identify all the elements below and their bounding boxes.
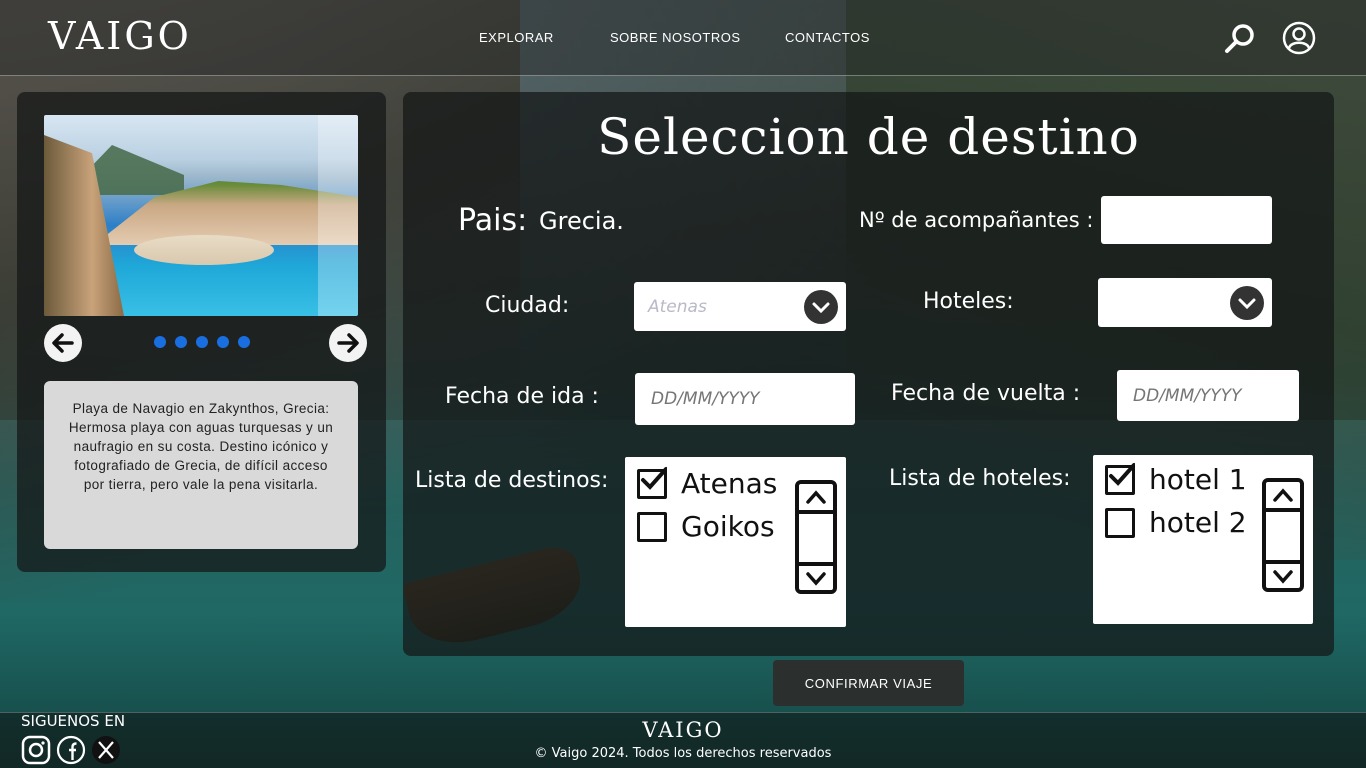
hoteles-select[interactable]: [1098, 278, 1272, 327]
list-item[interactable]: hotel 1: [1105, 462, 1247, 496]
carousel-dot[interactable]: [217, 336, 229, 348]
scroll-up-icon[interactable]: [1266, 484, 1300, 506]
carousel-next-button[interactable]: [329, 324, 367, 362]
pais-label: Pais:: [458, 203, 528, 238]
nav-explorar[interactable]: EXPLORAR: [479, 30, 554, 45]
checkbox-unchecked[interactable]: [637, 511, 667, 542]
destino-label: Goikos: [681, 510, 775, 543]
hoteles-list: hotel 1 hotel 2: [1093, 455, 1313, 624]
nav-sobre-nosotros[interactable]: SOBRE NOSOTROS: [610, 30, 741, 45]
arrow-right-icon: [337, 333, 359, 353]
confirm-trip-button[interactable]: CONFIRMAR VIAJE: [773, 660, 964, 706]
acompanantes-label: Nº de acompañantes :: [859, 208, 1094, 232]
fecha-vuelta-label: Fecha de vuelta :: [891, 381, 1081, 406]
check-icon: [1109, 462, 1135, 486]
check-icon: [641, 466, 667, 490]
ciudad-select-value: Atenas: [648, 296, 707, 317]
destinos-list: Atenas Goikos: [625, 457, 846, 627]
scroll-down-icon[interactable]: [1266, 566, 1300, 588]
photo-beach: [134, 235, 274, 265]
fecha-ida-label: Fecha de ida :: [445, 384, 599, 409]
chevron-down-icon[interactable]: [804, 290, 838, 324]
scroll-up-icon[interactable]: [799, 486, 833, 508]
carousel-prev-button[interactable]: [44, 324, 82, 362]
fecha-ida-input[interactable]: [635, 373, 855, 425]
list-item[interactable]: Goikos: [637, 510, 775, 543]
list-scrollbar[interactable]: [1262, 478, 1304, 592]
ciudad-select[interactable]: Atenas: [634, 282, 846, 331]
checkbox-checked[interactable]: [637, 466, 667, 499]
destinos-list-label: Lista de destinos:: [415, 468, 609, 493]
chevron-down-icon[interactable]: [1230, 286, 1264, 320]
carousel-dot[interactable]: [175, 336, 187, 348]
fecha-vuelta-input[interactable]: [1117, 370, 1299, 421]
carousel-dot[interactable]: [154, 336, 166, 348]
footer-logo: VAIGO: [642, 718, 724, 742]
list-scrollbar[interactable]: [795, 480, 837, 594]
hoteles-label: Hoteles:: [923, 289, 1014, 314]
destination-description: Playa de Navagio en Zakynthos, Grecia: H…: [44, 381, 358, 549]
scroll-down-icon[interactable]: [799, 568, 833, 590]
nav-contactos[interactable]: CONTACTOS: [785, 30, 870, 45]
brand-logo[interactable]: VAIGO: [48, 14, 192, 58]
hotel-label: hotel 2: [1149, 506, 1247, 539]
hoteles-list-label: Lista de hoteles:: [889, 466, 1071, 491]
arrow-left-icon: [52, 333, 74, 353]
ciudad-label: Ciudad:: [485, 293, 570, 318]
checkbox-checked[interactable]: [1105, 462, 1135, 495]
pais-value: Grecia.: [539, 207, 624, 235]
photo-next-peek: [318, 115, 358, 316]
list-item[interactable]: Atenas: [637, 466, 778, 500]
destino-label: Atenas: [681, 467, 778, 500]
hotel-label: hotel 1: [1149, 463, 1247, 496]
search-icon[interactable]: [1222, 20, 1258, 56]
acompanantes-input[interactable]: [1101, 196, 1272, 244]
carousel-dot[interactable]: [196, 336, 208, 348]
user-icon[interactable]: [1281, 20, 1317, 56]
carousel-dot[interactable]: [238, 336, 250, 348]
carousel-image: [44, 115, 358, 316]
page-title: Seleccion de destino: [597, 108, 1140, 166]
copyright-text: © Vaigo 2024. Todos los derechos reserva…: [534, 746, 832, 761]
carousel-dots: [154, 336, 250, 348]
list-item[interactable]: hotel 2: [1105, 506, 1247, 539]
checkbox-unchecked[interactable]: [1105, 507, 1135, 538]
